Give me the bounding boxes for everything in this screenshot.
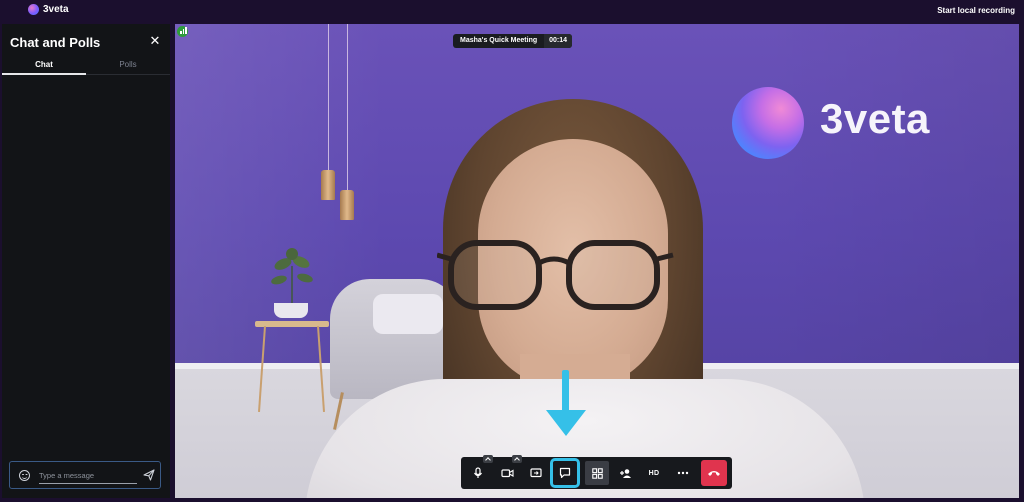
message-input[interactable] (39, 468, 137, 484)
glasses (437, 240, 674, 310)
camera-icon (500, 469, 514, 478)
more-dots-icon (677, 471, 689, 475)
emoji-smile-icon[interactable] (19, 470, 30, 481)
app-name: 3veta (43, 4, 69, 15)
panel-title: Chat and Polls (10, 35, 101, 50)
phone-hangup-icon (708, 471, 720, 476)
message-composer (9, 461, 161, 489)
meeting-info-chip: Masha's Quick Meeting 00:14 (453, 34, 573, 48)
meeting-title: Masha's Quick Meeting (460, 37, 538, 44)
layout-button[interactable] (585, 461, 609, 485)
brand-logo: 3veta (732, 87, 962, 162)
plant-illustration (271, 248, 313, 304)
grid-layout-icon (591, 467, 603, 479)
annotation-arrow-head (546, 410, 586, 436)
chat-and-polls-panel: Chat and Polls ✕ Chat Polls (2, 24, 170, 498)
brand-orb-icon (732, 87, 804, 159)
active-tab-indicator (2, 73, 86, 75)
add-participant-button[interactable] (613, 461, 637, 485)
chevron-up-icon[interactable] (512, 455, 522, 463)
app-logo-icon (28, 4, 39, 15)
send-icon[interactable] (143, 469, 155, 481)
screen-share-button[interactable] (524, 461, 548, 485)
video-stage: 3veta Masha's Quick Meeting 00:14 HD (175, 24, 1019, 498)
meeting-timer: 00:14 (544, 34, 573, 48)
chat-bubble-icon (559, 467, 571, 479)
microphone-icon (474, 467, 482, 478)
more-options-button[interactable] (671, 461, 695, 485)
brand-wordmark: 3veta (820, 95, 930, 142)
screen-share-icon (530, 468, 542, 478)
connection-quality-icon (177, 26, 188, 37)
tab-polls[interactable]: Polls (86, 60, 170, 69)
camera-button[interactable] (495, 455, 522, 485)
add-person-icon (619, 468, 631, 478)
call-toolbar: HD (461, 455, 732, 489)
chevron-up-icon[interactable] (483, 455, 493, 463)
panel-tabs: Chat Polls (2, 55, 170, 75)
start-local-recording-button[interactable]: Start local recording (937, 6, 1015, 15)
hd-quality-button[interactable]: HD (642, 461, 666, 485)
chat-button[interactable] (550, 458, 580, 488)
close-icon[interactable]: ✕ (148, 33, 162, 49)
pendant-lamp (321, 170, 335, 200)
microphone-button[interactable] (466, 455, 493, 485)
top-bar: 3veta Start local recording (0, 0, 1024, 22)
pendant-lamp (340, 190, 354, 220)
end-call-button[interactable] (701, 460, 727, 486)
tab-chat[interactable]: Chat (2, 60, 86, 69)
